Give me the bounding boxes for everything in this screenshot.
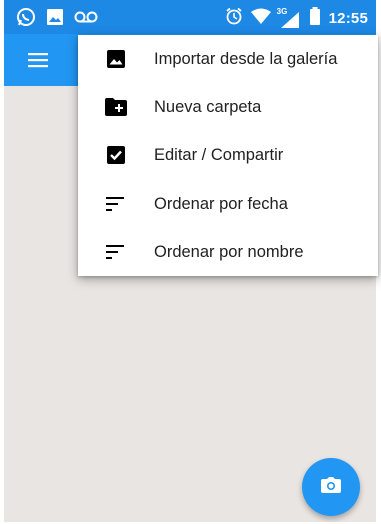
sort-icon <box>104 240 128 264</box>
menu-item-label: Importar desde la galería <box>154 49 338 68</box>
signal-icon: 3G <box>276 6 301 28</box>
menu-item-import-gallery[interactable]: Importar desde la galería <box>78 35 378 83</box>
menu-item-label: Editar / Compartir <box>154 145 284 164</box>
menu-item-new-folder[interactable]: Nueva carpeta <box>78 83 378 131</box>
whatsapp-icon <box>16 7 36 32</box>
image-icon <box>104 47 128 71</box>
image-notification-icon <box>46 8 64 31</box>
menu-item-label: Ordenar por nombre <box>154 242 304 261</box>
sort-icon <box>104 192 128 216</box>
camera-fab-button[interactable] <box>302 458 360 516</box>
menu-item-edit-share[interactable]: Editar / Compartir <box>78 131 378 179</box>
checkbox-icon <box>104 143 128 167</box>
battery-icon <box>309 7 321 30</box>
overflow-menu: Importar desde la galería Nueva carpeta … <box>78 35 378 276</box>
hamburger-menu-icon[interactable] <box>26 48 52 72</box>
wifi-icon <box>250 8 271 29</box>
camera-icon <box>321 476 341 498</box>
alarm-icon <box>225 7 243 30</box>
menu-item-sort-name[interactable]: Ordenar por nombre <box>78 228 378 276</box>
network-type-label: 3G <box>276 6 288 16</box>
voicemail-icon <box>74 10 98 29</box>
menu-item-label: Ordenar por fecha <box>154 194 288 213</box>
status-time: 12:55 <box>328 10 368 27</box>
status-bar: 3G 12:55 <box>4 0 376 34</box>
menu-item-sort-date[interactable]: Ordenar por fecha <box>78 180 378 228</box>
menu-item-label: Nueva carpeta <box>154 97 262 116</box>
new-folder-icon <box>104 95 128 119</box>
